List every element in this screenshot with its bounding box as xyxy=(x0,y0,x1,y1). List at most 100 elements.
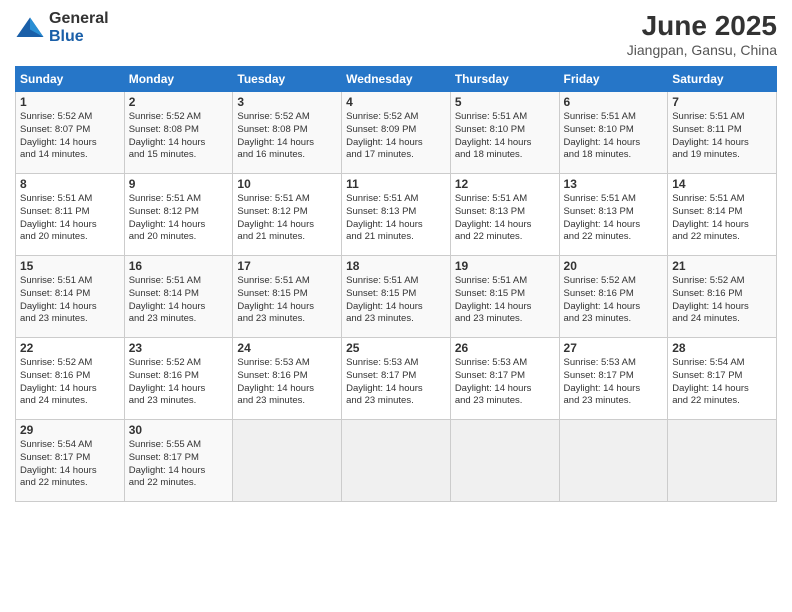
calendar-cell: 21Sunrise: 5:52 AMSunset: 8:16 PMDayligh… xyxy=(668,256,777,338)
calendar-cell: 26 Sunrise: 5:53 AMSunset: 8:17 PMDayligh… xyxy=(450,338,559,420)
week-row-3: 22 Sunrise: 5:52 AMSunset: 8:16 PMDayligh… xyxy=(16,338,777,420)
cell-info: Sunrise: 5:51 AMSunset: 8:14 PMDaylight:… xyxy=(672,193,772,244)
cell-info: Sunrise: 5:51 AMSunset: 8:12 PMDaylight:… xyxy=(129,193,229,244)
calendar-cell: 13 Sunrise: 5:51 AMSunset: 8:13 PMDayligh… xyxy=(559,174,668,256)
calendar-cell: 18 Sunrise: 5:51 AMSunset: 8:15 PMDayligh… xyxy=(342,256,451,338)
calendar-cell: 9 Sunrise: 5:51 AMSunset: 8:12 PMDaylight… xyxy=(124,174,233,256)
cell-info: Sunrise: 5:51 AMSunset: 8:14 PMDaylight:… xyxy=(20,275,120,326)
day-number: 18 xyxy=(346,259,446,273)
calendar-cell: 23 Sunrise: 5:52 AMSunset: 8:16 PMDayligh… xyxy=(124,338,233,420)
calendar-table: Sunday Monday Tuesday Wednesday Thursday… xyxy=(15,66,777,502)
cell-info: Sunrise: 5:53 AMSunset: 8:17 PMDaylight:… xyxy=(455,357,555,408)
cell-info: Sunrise: 5:52 AMSunset: 8:08 PMDaylight:… xyxy=(129,111,229,162)
calendar-cell: 12 Sunrise: 5:51 AMSunset: 8:13 PMDayligh… xyxy=(450,174,559,256)
header-row: Sunday Monday Tuesday Wednesday Thursday… xyxy=(16,67,777,92)
col-saturday: Saturday xyxy=(668,67,777,92)
calendar-cell xyxy=(233,420,342,502)
calendar-cell: 25 Sunrise: 5:53 AMSunset: 8:17 PMDayligh… xyxy=(342,338,451,420)
day-number: 7 xyxy=(672,95,772,109)
cell-info: Sunrise: 5:51 AMSunset: 8:11 PMDaylight:… xyxy=(672,111,772,162)
calendar-cell: 8 Sunrise: 5:51 AMSunset: 8:11 PMDaylight… xyxy=(16,174,125,256)
cell-info: Sunrise: 5:52 AMSunset: 8:16 PMDaylight:… xyxy=(564,275,664,326)
cell-info: Sunrise: 5:52 AMSunset: 8:07 PMDaylight:… xyxy=(20,111,120,162)
day-number: 2 xyxy=(129,95,229,109)
calendar-subtitle: Jiangpan, Gansu, China xyxy=(627,42,777,58)
week-row-2: 15 Sunrise: 5:51 AMSunset: 8:14 PMDayligh… xyxy=(16,256,777,338)
col-monday: Monday xyxy=(124,67,233,92)
calendar-cell: 29 Sunrise: 5:54 AMSunset: 8:17 PMDayligh… xyxy=(16,420,125,502)
day-number: 5 xyxy=(455,95,555,109)
calendar-cell: 7 Sunrise: 5:51 AMSunset: 8:11 PMDaylight… xyxy=(668,92,777,174)
cell-info: Sunrise: 5:54 AMSunset: 8:17 PMDaylight:… xyxy=(20,439,120,490)
calendar-cell: 17 Sunrise: 5:51 AMSunset: 8:15 PMDayligh… xyxy=(233,256,342,338)
cell-info: Sunrise: 5:51 AMSunset: 8:10 PMDaylight:… xyxy=(564,111,664,162)
logo: General Blue xyxy=(15,10,109,46)
day-number: 25 xyxy=(346,341,446,355)
cell-info: Sunrise: 5:52 AMSunset: 8:09 PMDaylight:… xyxy=(346,111,446,162)
day-number: 26 xyxy=(455,341,555,355)
day-number: 8 xyxy=(20,177,120,191)
calendar-cell: 16 Sunrise: 5:51 AMSunset: 8:14 PMDayligh… xyxy=(124,256,233,338)
cell-info: Sunrise: 5:51 AMSunset: 8:12 PMDaylight:… xyxy=(237,193,337,244)
day-number: 30 xyxy=(129,423,229,437)
col-sunday: Sunday xyxy=(16,67,125,92)
cell-info: Sunrise: 5:52 AMSunset: 8:08 PMDaylight:… xyxy=(237,111,337,162)
logo-general: General xyxy=(49,10,109,27)
day-number: 28 xyxy=(672,341,772,355)
day-number: 13 xyxy=(564,177,664,191)
day-number: 15 xyxy=(20,259,120,273)
cell-info: Sunrise: 5:53 AMSunset: 8:17 PMDaylight:… xyxy=(346,357,446,408)
calendar-cell: 28Sunrise: 5:54 AMSunset: 8:17 PMDayligh… xyxy=(668,338,777,420)
cell-info: Sunrise: 5:52 AMSunset: 8:16 PMDaylight:… xyxy=(20,357,120,408)
calendar-cell: 3 Sunrise: 5:52 AMSunset: 8:08 PMDaylight… xyxy=(233,92,342,174)
cell-info: Sunrise: 5:53 AMSunset: 8:16 PMDaylight:… xyxy=(237,357,337,408)
cell-info: Sunrise: 5:51 AMSunset: 8:15 PMDaylight:… xyxy=(237,275,337,326)
cell-info: Sunrise: 5:51 AMSunset: 8:10 PMDaylight:… xyxy=(455,111,555,162)
week-row-0: 1Sunrise: 5:52 AMSunset: 8:07 PMDaylight… xyxy=(16,92,777,174)
calendar-cell xyxy=(559,420,668,502)
cell-info: Sunrise: 5:51 AMSunset: 8:15 PMDaylight:… xyxy=(455,275,555,326)
day-number: 17 xyxy=(237,259,337,273)
cell-info: Sunrise: 5:55 AMSunset: 8:17 PMDaylight:… xyxy=(129,439,229,490)
cell-info: Sunrise: 5:52 AMSunset: 8:16 PMDaylight:… xyxy=(129,357,229,408)
calendar-title: June 2025 xyxy=(627,10,777,42)
logo-blue: Blue xyxy=(49,28,84,45)
day-number: 3 xyxy=(237,95,337,109)
calendar-cell xyxy=(342,420,451,502)
cell-info: Sunrise: 5:51 AMSunset: 8:13 PMDaylight:… xyxy=(455,193,555,244)
day-number: 29 xyxy=(20,423,120,437)
day-number: 24 xyxy=(237,341,337,355)
day-number: 12 xyxy=(455,177,555,191)
col-friday: Friday xyxy=(559,67,668,92)
generalblue-logo-icon xyxy=(15,16,45,40)
page: General Blue June 2025 Jiangpan, Gansu, … xyxy=(0,0,792,612)
calendar-cell: 24 Sunrise: 5:53 AMSunset: 8:16 PMDayligh… xyxy=(233,338,342,420)
title-area: June 2025 Jiangpan, Gansu, China xyxy=(627,10,777,58)
week-row-4: 29 Sunrise: 5:54 AMSunset: 8:17 PMDayligh… xyxy=(16,420,777,502)
calendar-cell: 10 Sunrise: 5:51 AMSunset: 8:12 PMDayligh… xyxy=(233,174,342,256)
cell-info: Sunrise: 5:51 AMSunset: 8:14 PMDaylight:… xyxy=(129,275,229,326)
calendar-cell xyxy=(668,420,777,502)
day-number: 10 xyxy=(237,177,337,191)
calendar-cell: 1Sunrise: 5:52 AMSunset: 8:07 PMDaylight… xyxy=(16,92,125,174)
day-number: 9 xyxy=(129,177,229,191)
day-number: 23 xyxy=(129,341,229,355)
day-number: 16 xyxy=(129,259,229,273)
cell-info: Sunrise: 5:51 AMSunset: 8:13 PMDaylight:… xyxy=(564,193,664,244)
col-thursday: Thursday xyxy=(450,67,559,92)
day-number: 4 xyxy=(346,95,446,109)
calendar-cell: 5 Sunrise: 5:51 AMSunset: 8:10 PMDaylight… xyxy=(450,92,559,174)
cell-info: Sunrise: 5:51 AMSunset: 8:15 PMDaylight:… xyxy=(346,275,446,326)
calendar-cell: 15 Sunrise: 5:51 AMSunset: 8:14 PMDayligh… xyxy=(16,256,125,338)
cell-info: Sunrise: 5:52 AMSunset: 8:16 PMDaylight:… xyxy=(672,275,772,326)
day-number: 20 xyxy=(564,259,664,273)
calendar-cell: 11Sunrise: 5:51 AMSunset: 8:13 PMDayligh… xyxy=(342,174,451,256)
week-row-1: 8 Sunrise: 5:51 AMSunset: 8:11 PMDaylight… xyxy=(16,174,777,256)
cell-info: Sunrise: 5:53 AMSunset: 8:17 PMDaylight:… xyxy=(564,357,664,408)
header: General Blue June 2025 Jiangpan, Gansu, … xyxy=(15,10,777,58)
calendar-cell: 4 Sunrise: 5:52 AMSunset: 8:09 PMDaylight… xyxy=(342,92,451,174)
day-number: 22 xyxy=(20,341,120,355)
calendar-cell: 6Sunrise: 5:51 AMSunset: 8:10 PMDaylight… xyxy=(559,92,668,174)
cell-info: Sunrise: 5:51 AMSunset: 8:11 PMDaylight:… xyxy=(20,193,120,244)
day-number: 11 xyxy=(346,177,446,191)
